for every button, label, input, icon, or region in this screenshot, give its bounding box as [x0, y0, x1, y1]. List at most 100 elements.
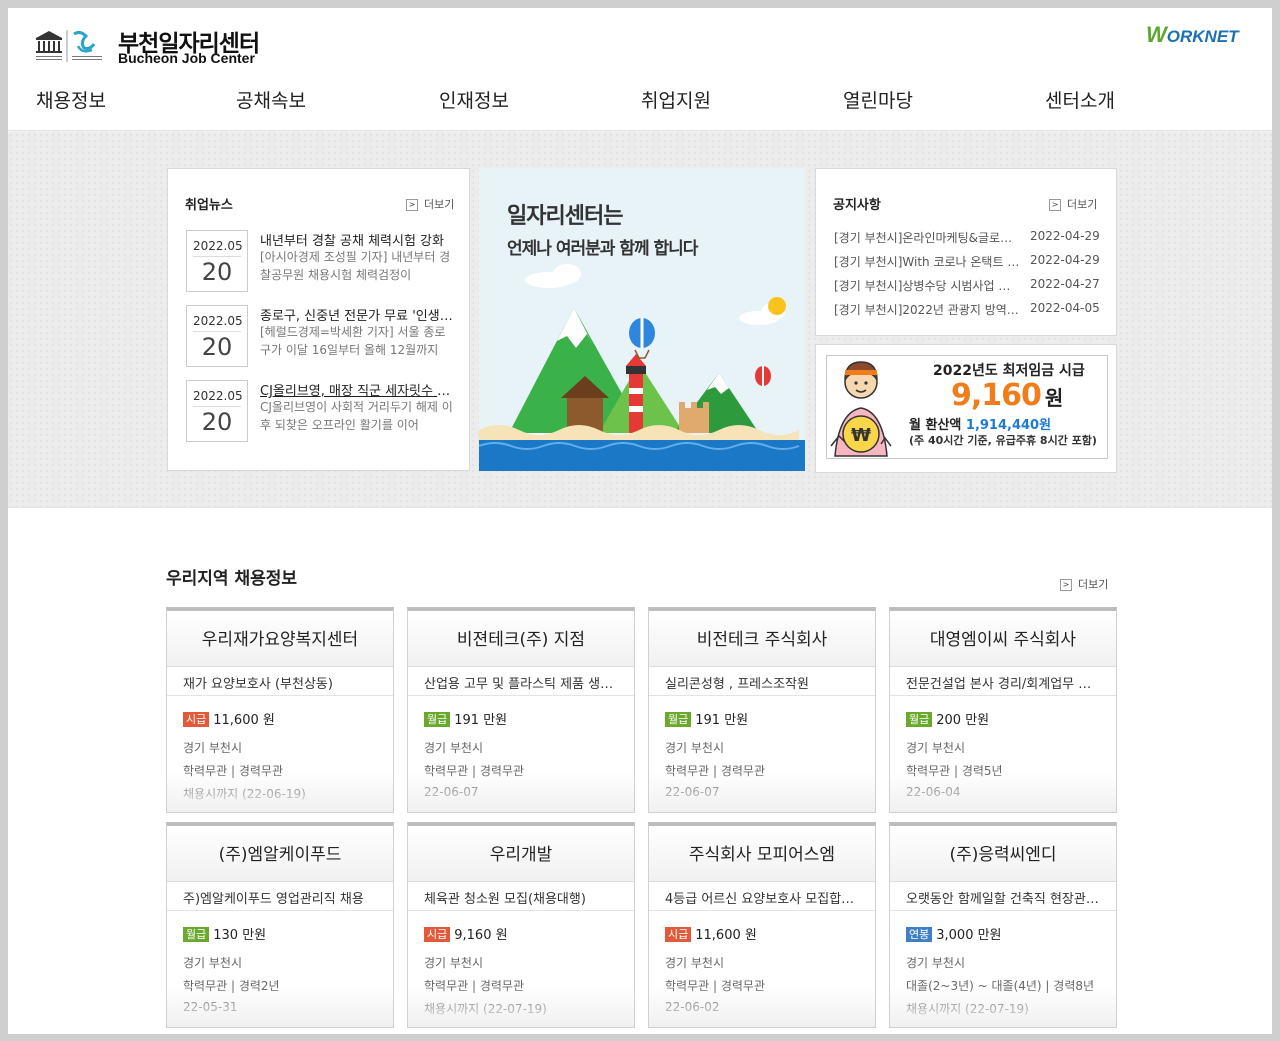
- notice-item-title[interactable]: [경기 부천시]2022년 관광지 방역 도우미 모집: [834, 301, 1020, 318]
- center-banner[interactable]: 일자리센터는 언제나 여러분과 함께 합니다: [479, 168, 805, 471]
- job-position: 산업용 고무 및 플라스틱 제품 생산직: [424, 677, 620, 692]
- top-section: 취업뉴스 > 더보기 2022.05 20 내년부터 경찰 공채 체력시험 강화 …: [8, 132, 1272, 508]
- job-deadline: 채용시까지 (22-07-19): [424, 1002, 547, 1016]
- news-headline[interactable]: 내년부터 경찰 공채 체력시험 강화: [260, 230, 456, 249]
- job-pay: 월급 130 만원: [183, 924, 266, 943]
- news-description: [헤럴드경제=박세환 기자] 서울 종로구가 이달 16일부터 올해 12월까지: [260, 325, 446, 357]
- news-item[interactable]: 2022.05 20 종로구, 신중년 전문가 무료 '인생설계' [헤럴드경제…: [186, 305, 456, 371]
- minimum-wage-banner[interactable]: ₩ 2022년도 최저임금 시급 9,160 원 월 환산액 1,914,440원…: [815, 344, 1117, 473]
- job-pay-value: 11,600 원: [695, 928, 757, 943]
- job-card[interactable]: 비젼테크(주) 지점 산업용 고무 및 플라스틱 제품 생산직 월급 191 만원…: [407, 607, 635, 813]
- nav-open-forum[interactable]: 열린마당: [843, 86, 913, 113]
- worknet-logo[interactable]: WORKNET: [1146, 22, 1239, 48]
- wage-amount: 9,160 원: [951, 378, 1063, 413]
- pay-type-badge: 시급: [424, 927, 451, 942]
- main-nav: 채용정보 공채속보 인재정보 취업지원 열린마당 센터소개: [8, 86, 1272, 116]
- job-company: 우리재가요양복지센터: [167, 611, 393, 667]
- notice-item[interactable]: [경기 부천시]2022년 관광지 방역 도우미 모집 2022-04-05: [834, 301, 1102, 319]
- job-company: (주)엠알케이푸드: [167, 826, 393, 882]
- local-jobs-more-link[interactable]: > 더보기: [1060, 576, 1108, 592]
- wage-monthly-value: 1,914,440원: [965, 418, 1052, 433]
- site-logo[interactable]: 부천일자리센터 Bucheon Job Center: [34, 24, 274, 68]
- news-date: 2022.05 20: [186, 230, 248, 292]
- woman-with-coin-illustration: ₩: [830, 361, 892, 457]
- page: 부천일자리센터 Bucheon Job Center WORKNET 채용정보 …: [8, 8, 1272, 1034]
- job-pay: 연봉 3,000 만원: [906, 924, 1002, 943]
- notice-more-link[interactable]: > 더보기: [1049, 196, 1097, 212]
- job-deadline: 22-05-31: [183, 1000, 238, 1014]
- job-card-divider: [408, 910, 634, 911]
- job-requirements: 학력무관 | 경력무관: [183, 764, 283, 778]
- job-card[interactable]: (주)응력씨엔디 오랫동안 함께일할 건축직 현장관리자 연봉 3,000 만원 …: [889, 822, 1117, 1028]
- pay-type-badge: 시급: [183, 712, 210, 727]
- job-pay: 시급 11,600 원: [665, 924, 757, 943]
- pay-type-badge: 월급: [183, 927, 210, 942]
- job-card[interactable]: 비전테크 주식회사 실리콘성형 , 프레스조작원 월급 191 만원 경기 부천시…: [648, 607, 876, 813]
- job-card[interactable]: 우리개발 체육관 청소원 모집(채용대행) 시급 9,160 원 경기 부천시 학…: [407, 822, 635, 1028]
- job-card-divider: [167, 695, 393, 696]
- job-card-divider: [649, 910, 875, 911]
- job-deadline: 22-06-07: [665, 785, 720, 799]
- job-requirements: 학력무관 | 경력무관: [424, 979, 524, 993]
- notice-more-label: 더보기: [1067, 198, 1098, 211]
- notice-item-title[interactable]: [경기 부천시]상병수당 시범사업 시행 안내: [834, 277, 1020, 294]
- job-requirements: 학력무관 | 경력무관: [424, 764, 524, 778]
- news-headline[interactable]: CJ올리브영, 매장 직군 세자릿수 채용: [260, 380, 456, 399]
- job-company: 비젼테크(주) 지점: [408, 611, 634, 667]
- news-date-month: 2022.05: [193, 389, 243, 407]
- job-position: 주)엠알케이푸드 영업관리직 채용: [183, 892, 364, 907]
- job-deadline: 채용시까지 (22-06-19): [183, 787, 306, 801]
- site-header: 부천일자리센터 Bucheon Job Center WORKNET 채용정보 …: [8, 8, 1272, 131]
- job-position: 체육관 청소원 모집(채용대행): [424, 892, 586, 907]
- job-news-more-link[interactable]: > 더보기: [406, 196, 454, 212]
- job-card-divider: [890, 910, 1116, 911]
- nav-open-recruit[interactable]: 공채속보: [236, 86, 306, 113]
- notice-item[interactable]: [경기 부천시]With 코로나 온택트 취업지원 안내 2022-04-29: [834, 253, 1102, 271]
- job-position: 전문건설업 본사 경리/회계업무 담당자: [906, 677, 1102, 692]
- news-headline[interactable]: 종로구, 신중년 전문가 무료 '인생설계': [260, 305, 456, 324]
- job-pay: 월급 200 만원: [906, 709, 989, 728]
- job-location: 경기 부천시: [906, 956, 966, 970]
- job-requirements: 학력무관 | 경력무관: [665, 979, 765, 993]
- job-pay: 시급 11,600 원: [183, 709, 275, 728]
- news-date: 2022.05 20: [186, 380, 248, 442]
- job-deadline: 채용시까지 (22-07-19): [906, 1002, 1029, 1016]
- job-pay-value: 130 만원: [213, 928, 267, 943]
- nav-job-support[interactable]: 취업지원: [641, 86, 711, 113]
- notice-item[interactable]: [경기 부천시]온라인마케팅&글로벌셀러 교육생 모집 2022-04-29: [834, 229, 1102, 247]
- notice-item-date: 2022-04-27: [1030, 277, 1100, 291]
- notice-panel: 공지사항 > 더보기 [경기 부천시]온라인마케팅&글로벌셀러 교육생 모집 20…: [815, 168, 1117, 336]
- job-pay-value: 200 만원: [936, 713, 990, 728]
- job-location: 경기 부천시: [424, 956, 484, 970]
- job-card[interactable]: (주)엠알케이푸드 주)엠알케이푸드 영업관리직 채용 월급 130 만원 경기 …: [166, 822, 394, 1028]
- nav-center-intro[interactable]: 센터소개: [1045, 86, 1115, 113]
- job-card[interactable]: 주식회사 모피어스엠 4등급 어르신 요양보호사 모집합니다 시급 11,600 …: [648, 822, 876, 1028]
- local-jobs-title: 우리지역 채용정보: [166, 569, 298, 589]
- notice-item-title[interactable]: [경기 부천시]온라인마케팅&글로벌셀러 교육생 모집: [834, 229, 1020, 246]
- news-description: CJ올리브영이 사회적 거리두기 해제 이후 되찾은 오프라인 활기를 이어: [260, 400, 453, 432]
- job-company: 우리개발: [408, 826, 634, 882]
- job-company: 주식회사 모피어스엠: [649, 826, 875, 882]
- job-pay-value: 9,160 원: [454, 928, 508, 943]
- news-date-month: 2022.05: [193, 314, 243, 332]
- local-jobs-more-label: 더보기: [1078, 578, 1109, 591]
- job-position: 오랫동안 함께일할 건축직 현장관리자: [906, 892, 1102, 907]
- job-card[interactable]: 대영엠이씨 주식회사 전문건설업 본사 경리/회계업무 담당자 월급 200 만원…: [889, 607, 1117, 813]
- job-pay-value: 3,000 만원: [936, 928, 1002, 943]
- job-company: 대영엠이씨 주식회사: [890, 611, 1116, 667]
- unesco-emblem-icon: [36, 30, 102, 62]
- nav-talent-info[interactable]: 인재정보: [439, 86, 509, 113]
- job-position: 4등급 어르신 요양보호사 모집합니다: [665, 892, 861, 907]
- job-position: 재가 요양보호사 (부천상동): [183, 677, 333, 692]
- news-date: 2022.05 20: [186, 305, 248, 367]
- chevron-right-icon: >: [1049, 199, 1061, 211]
- news-item[interactable]: 2022.05 20 CJ올리브영, 매장 직군 세자릿수 채용 CJ올리브영이…: [186, 380, 456, 446]
- nav-recruit-info[interactable]: 채용정보: [36, 86, 106, 113]
- notice-item[interactable]: [경기 부천시]상병수당 시범사업 시행 안내 2022-04-27: [834, 277, 1102, 295]
- banner-headline: 일자리센터는: [507, 204, 623, 229]
- notice-item-date: 2022-04-29: [1030, 253, 1100, 267]
- job-card[interactable]: 우리재가요양복지센터 재가 요양보호사 (부천상동) 시급 11,600 원 경기…: [166, 607, 394, 813]
- job-news-panel: 취업뉴스 > 더보기 2022.05 20 내년부터 경찰 공채 체력시험 강화 …: [167, 168, 470, 471]
- notice-item-title[interactable]: [경기 부천시]With 코로나 온택트 취업지원 안내: [834, 253, 1020, 270]
- news-item[interactable]: 2022.05 20 내년부터 경찰 공채 체력시험 강화 [아시아경제 조성필…: [186, 230, 456, 296]
